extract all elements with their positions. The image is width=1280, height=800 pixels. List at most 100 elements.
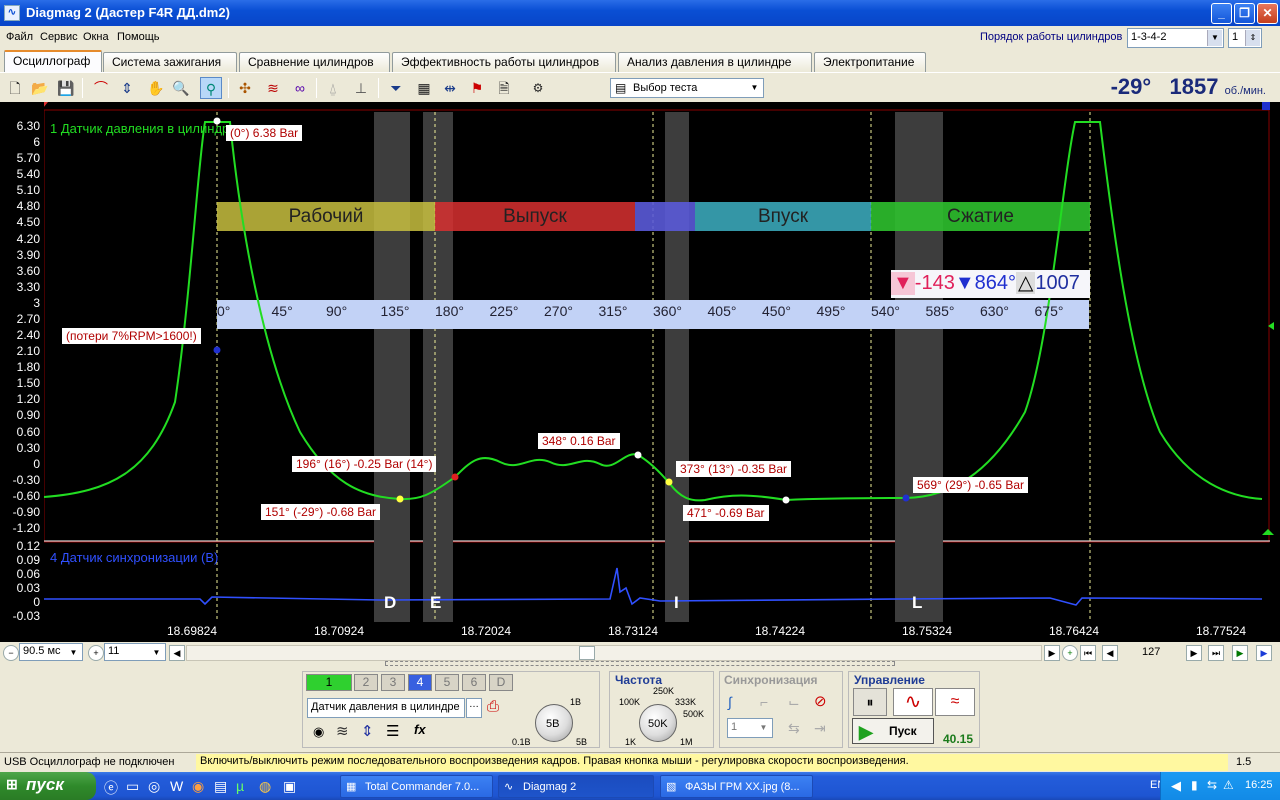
right-cursor-marker[interactable]: [1262, 102, 1270, 110]
lines-icon[interactable]: ☰: [386, 722, 399, 740]
tab-cylinder-efficiency[interactable]: Эффективность работы цилиндров: [392, 52, 616, 72]
tab-oscillograph[interactable]: Осциллограф: [4, 50, 102, 72]
channel-button-1[interactable]: 1: [306, 674, 352, 691]
frames-select[interactable]: 11 ▼: [104, 643, 166, 661]
menu-windows[interactable]: Окна: [83, 31, 109, 43]
timebase-select[interactable]: 90.5 мс ▼: [19, 643, 83, 661]
channel-button-5[interactable]: 5: [435, 674, 459, 691]
auto-settings-icon[interactable]: ⚙: [527, 77, 549, 99]
sync-channel-select[interactable]: 1 ▼: [727, 718, 773, 738]
signal-filter-icon[interactable]: ⚲: [200, 77, 222, 99]
sensor-select[interactable]: Датчик давления в цилиндре: [307, 698, 465, 718]
cylinder-order-select[interactable]: 1-3-4-2 ▼: [1127, 28, 1224, 48]
chrome-icon[interactable]: ◍: [259, 778, 271, 795]
cylinder-count-select[interactable]: 1 ⇕: [1228, 28, 1262, 48]
show-desktop-icon[interactable]: ▭: [126, 778, 139, 795]
media-icon[interactable]: ◎: [148, 778, 160, 795]
play-sequence-icon[interactable]: ▶: [1256, 645, 1272, 661]
hand-pan-icon[interactable]: ✋: [145, 77, 167, 99]
scroll-thumb[interactable]: [579, 646, 595, 660]
cursor-curve-icon[interactable]: ⌒: [90, 77, 112, 99]
maximize-button[interactable]: ❐: [1234, 3, 1255, 24]
point-marker[interactable]: [451, 473, 459, 481]
sync-off-icon[interactable]: ⊘: [814, 692, 827, 710]
point-marker[interactable]: [902, 494, 910, 502]
task-image-viewer[interactable]: ▧ ФАЗЫ ГРМ ХХ.jpg (8...: [660, 775, 813, 798]
close-button[interactable]: ✕: [1257, 3, 1278, 24]
last-frame-icon[interactable]: ⏭: [1208, 645, 1224, 661]
save-icon[interactable]: 💾: [55, 77, 77, 99]
minimize-button[interactable]: _: [1211, 3, 1232, 24]
function-icon[interactable]: fx: [414, 722, 426, 737]
point-marker[interactable]: [396, 495, 404, 503]
zoom-icon[interactable]: 🔍: [170, 77, 192, 99]
start-button[interactable]: ▶ Пуск: [852, 718, 934, 744]
scroll-right-icon[interactable]: ▶: [1044, 645, 1060, 661]
zoom-in-icon[interactable]: +: [88, 645, 104, 661]
start-button-os[interactable]: ⊞ пуск: [0, 772, 96, 800]
wave-stack-icon[interactable]: ≋: [262, 77, 284, 99]
task-diagmag[interactable]: ∿ Diagmag 2: [498, 775, 654, 798]
task-total-commander[interactable]: ▦ Total Commander 7.0...: [340, 775, 493, 798]
sync-collapse-icon[interactable]: ⇥: [814, 720, 826, 737]
waveform-icon[interactable]: ≋: [336, 722, 349, 740]
wave-loop-icon[interactable]: ∞: [289, 77, 311, 99]
point-marker[interactable]: [665, 478, 673, 486]
probe-icon[interactable]: ◉: [313, 724, 324, 740]
point-marker[interactable]: [213, 346, 221, 354]
tab-cylinder-compare[interactable]: Сравнение цилиндров: [239, 52, 390, 72]
channel-button-3[interactable]: 3: [381, 674, 405, 691]
explorer-icon[interactable]: ▤: [214, 778, 227, 795]
firefox-icon[interactable]: ◉: [192, 778, 204, 795]
zoom-out-icon[interactable]: −: [3, 645, 19, 661]
sensor-settings-icon[interactable]: ⎙: [487, 698, 499, 715]
back-icon[interactable]: ◀: [1171, 778, 1181, 794]
disk-icon[interactable]: ▣: [283, 778, 296, 795]
play-icon[interactable]: ▶: [1232, 645, 1248, 661]
test-select[interactable]: ▤ Выбор теста ▼: [610, 78, 764, 98]
first-frame-icon[interactable]: ⏮: [1080, 645, 1096, 661]
sync-edge-up-icon[interactable]: ⌐: [760, 694, 768, 710]
open-folder-icon[interactable]: 📂: [29, 77, 51, 99]
crosshair-icon[interactable]: ✣: [234, 77, 256, 99]
tab-ignition[interactable]: Система зажигания: [103, 52, 237, 72]
filter-marker-icon[interactable]: ⏷: [385, 77, 407, 99]
horizontal-scrollbar[interactable]: [186, 645, 1042, 661]
new-file-icon[interactable]: 🗋: [4, 77, 26, 99]
prev-frame-icon[interactable]: ◀: [1102, 645, 1118, 661]
multi-wave-icon[interactable]: ≈: [935, 688, 975, 716]
sync-edge-down-icon[interactable]: ⌙: [788, 694, 800, 711]
tab-pressure-analysis[interactable]: Анализ давления в цилиндре: [618, 52, 812, 72]
sync-rise-icon[interactable]: ∫: [728, 694, 732, 710]
oscilloscope-canvas[interactable]: 6.30 6 5.70 5.40 5.10 4.80 4.50 4.20 3.90 3.60 3.3…: [0, 102, 1280, 642]
channel-button-4[interactable]: 4: [408, 674, 432, 691]
sine-wave-icon[interactable]: ∿: [893, 688, 933, 716]
point-marker[interactable]: [782, 496, 790, 504]
channel-button-2[interactable]: 2: [354, 674, 378, 691]
scroll-left-icon[interactable]: ◀: [169, 645, 185, 661]
scale-icon[interactable]: ⇕: [361, 722, 374, 740]
pause-icon[interactable]: ⏸: [853, 688, 887, 716]
tab-power-supply[interactable]: Электропитание: [814, 52, 926, 72]
split-icon[interactable]: ⇹: [439, 77, 461, 99]
ie-icon[interactable]: ⓔ: [104, 778, 118, 798]
channel-button-d[interactable]: D: [489, 674, 513, 691]
auto-trigger-icon[interactable]: ⍙: [322, 77, 344, 99]
menu-help[interactable]: Помощь: [117, 31, 160, 43]
menu-file[interactable]: Файл: [6, 31, 33, 43]
flag-icon[interactable]: ⚑: [466, 77, 488, 99]
add-frame-icon[interactable]: +: [1062, 645, 1078, 661]
document-icon[interactable]: 🗎: [493, 77, 515, 99]
splitter[interactable]: [385, 661, 895, 666]
menu-service[interactable]: Сервис: [40, 31, 78, 43]
grid-icon[interactable]: ▦: [413, 77, 435, 99]
next-frame-icon[interactable]: ▶: [1186, 645, 1202, 661]
utorrent-icon[interactable]: µ: [236, 778, 244, 794]
word-icon[interactable]: W: [170, 778, 183, 794]
sync-expand-icon[interactable]: ⇆: [788, 720, 800, 737]
measure-icon[interactable]: ⇕: [116, 77, 138, 99]
channel-button-6[interactable]: 6: [462, 674, 486, 691]
point-marker[interactable]: [634, 451, 642, 459]
zero-offset-icon[interactable]: ⊥: [350, 77, 372, 99]
more-icon[interactable]: …: [466, 698, 482, 718]
